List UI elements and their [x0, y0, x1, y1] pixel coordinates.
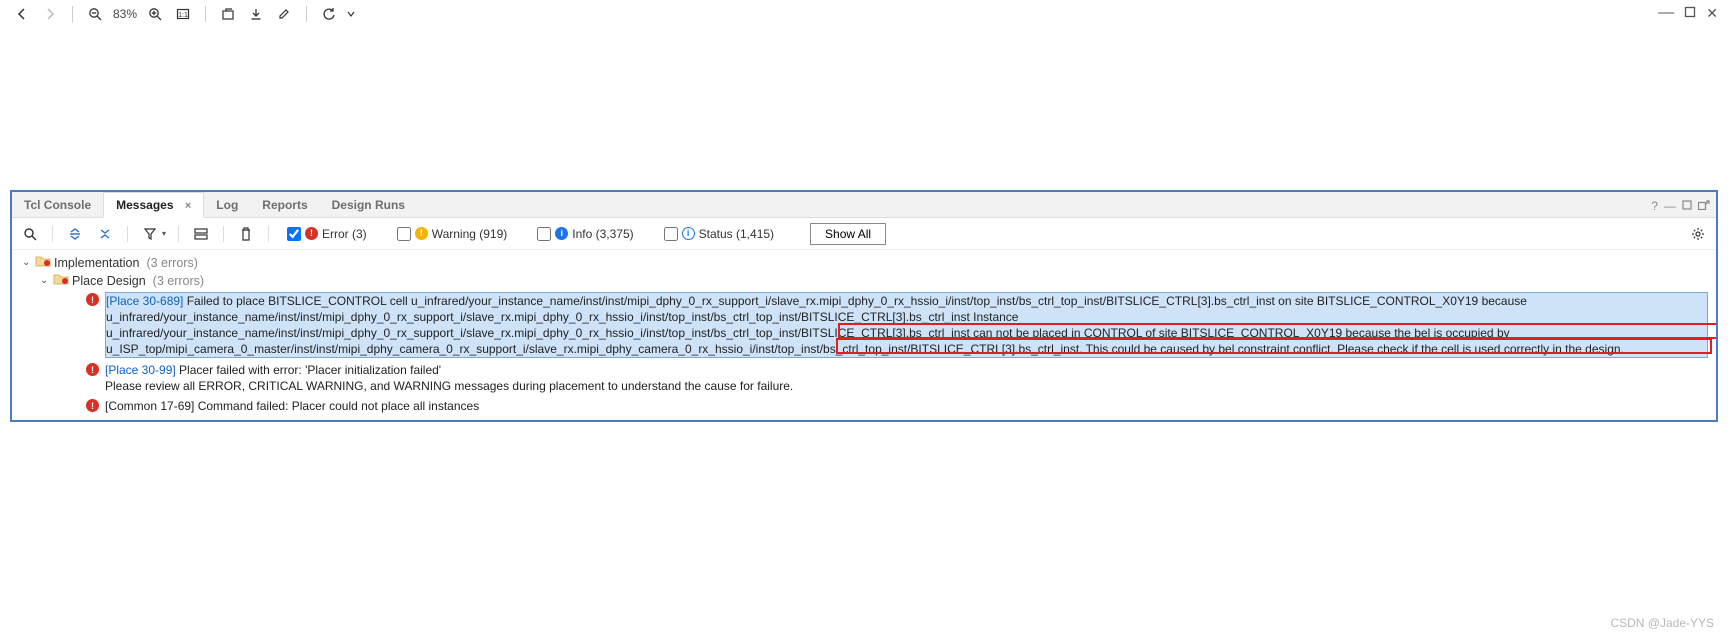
window-close-icon[interactable]: ✕ [1706, 5, 1718, 22]
message-code: [Place 30-99] [105, 363, 176, 377]
edit-button[interactable] [272, 2, 296, 26]
messages-filterbar: ▾ ! Error (3) ! Warning (919) i Info (3,… [12, 218, 1716, 250]
filter-dropdown-icon[interactable]: ▾ [162, 229, 166, 238]
twisty-open-icon[interactable]: ⌄ [22, 255, 32, 271]
zoom-out-button[interactable] [83, 2, 107, 26]
filter-warning-label: Warning (919) [432, 227, 508, 241]
filter-warning[interactable]: ! Warning (919) [397, 227, 508, 241]
zoom-actual-button[interactable]: 1:1 [171, 2, 195, 26]
message-item-2[interactable]: ! [Place 30-99] Placer failed with error… [12, 360, 1716, 396]
message-text: [Place 30-689] Failed to place BITSLICE_… [105, 292, 1708, 358]
nav-forward-button[interactable] [38, 2, 62, 26]
message-text: [Common 17-69] Command failed: Placer co… [105, 398, 479, 414]
tab-log[interactable]: Log [204, 193, 250, 217]
svg-text:1:1: 1:1 [178, 12, 188, 19]
panel-tabs: Tcl Console Messages × Log Reports Desig… [12, 192, 1716, 218]
message-text: [Place 30-99] Placer failed with error: … [105, 362, 793, 394]
tree-node-label: Place Design [72, 273, 146, 289]
tab-design-runs[interactable]: Design Runs [320, 193, 417, 217]
error-icon: ! [86, 363, 99, 376]
panel-maximize-icon[interactable] [1682, 199, 1692, 213]
filter-warning-checkbox[interactable] [397, 227, 411, 241]
error-icon: ! [305, 227, 318, 240]
message-item-3[interactable]: ! [Common 17-69] Command failed: Placer … [12, 396, 1716, 416]
message-item-1[interactable]: ! [Place 30-689] Failed to place BITSLIC… [12, 290, 1716, 360]
refresh-dropdown-icon[interactable] [345, 2, 357, 26]
window-minimize-icon[interactable]: — [1658, 4, 1674, 22]
download-button[interactable] [244, 2, 268, 26]
show-all-button[interactable]: Show All [810, 223, 886, 245]
watermark-text: CSDN @Jade-YYS [1610, 616, 1714, 630]
nav-back-button[interactable] [10, 2, 34, 26]
trash-icon[interactable] [236, 227, 256, 241]
tree-node-implementation[interactable]: ⌄ Implementation (3 errors) [12, 254, 1716, 272]
collapse-all-icon[interactable] [65, 227, 85, 241]
folder-errors-icon [35, 255, 51, 267]
messages-tree: ⌄ Implementation (3 errors) ⌄ Place Desi… [12, 250, 1716, 420]
tree-node-note: (3 errors) [146, 255, 197, 271]
panel-minimize-icon[interactable]: — [1664, 199, 1676, 213]
tab-reports[interactable]: Reports [250, 193, 319, 217]
window-controls: — ✕ [1658, 4, 1718, 22]
filter-info-checkbox[interactable] [537, 227, 551, 241]
filter-error-checkbox[interactable] [287, 227, 301, 241]
filter-error-label: Error (3) [322, 227, 367, 241]
open-button[interactable] [216, 2, 240, 26]
tree-node-note: (3 errors) [153, 273, 204, 289]
error-icon: ! [86, 399, 99, 412]
warning-icon: ! [415, 227, 428, 240]
top-toolbar: 83% 1:1 [0, 0, 1728, 28]
tab-tcl-console[interactable]: Tcl Console [12, 193, 103, 217]
search-icon[interactable] [20, 227, 40, 241]
message-body: Failed to place BITSLICE_CONTROL cell u_… [106, 294, 1624, 356]
message-code: [Common 17-69] [105, 399, 198, 413]
filter-status-checkbox[interactable] [664, 227, 678, 241]
filter-status[interactable]: i Status (1,415) [664, 227, 774, 241]
panel-help-icon[interactable]: ? [1651, 199, 1658, 213]
panel-detach-icon[interactable] [1698, 199, 1710, 213]
error-icon: ! [86, 293, 99, 306]
message-code: [Place 30-689] [106, 294, 183, 308]
tab-close-icon[interactable]: × [185, 200, 191, 212]
bottom-panel: Tcl Console Messages × Log Reports Desig… [10, 190, 1718, 422]
refresh-button[interactable] [317, 2, 341, 26]
filter-error[interactable]: ! Error (3) [287, 227, 367, 241]
message-body-line2: Please review all ERROR, CRITICAL WARNIN… [105, 379, 793, 393]
window-maximize-icon[interactable] [1684, 6, 1696, 21]
tree-node-label: Implementation [54, 255, 139, 271]
status-icon: i [682, 227, 695, 240]
zoom-level: 83% [111, 7, 139, 21]
filter-info-label: Info (3,375) [572, 227, 633, 241]
zoom-in-button[interactable] [143, 2, 167, 26]
message-body: Command failed: Placer could not place a… [198, 399, 479, 413]
info-icon: i [555, 227, 568, 240]
group-icon[interactable] [191, 228, 211, 240]
folder-errors-icon [53, 273, 69, 285]
expand-all-icon[interactable] [95, 227, 115, 241]
filter-status-label: Status (1,415) [699, 227, 774, 241]
tree-node-place-design[interactable]: ⌄ Place Design (3 errors) [12, 272, 1716, 290]
message-body: Placer failed with error: 'Placer initia… [176, 363, 441, 377]
tab-messages[interactable]: Messages × [103, 192, 204, 218]
twisty-open-icon[interactable]: ⌄ [40, 273, 50, 289]
settings-icon[interactable] [1688, 227, 1708, 241]
filter-icon[interactable] [140, 227, 160, 241]
filter-info[interactable]: i Info (3,375) [537, 227, 633, 241]
